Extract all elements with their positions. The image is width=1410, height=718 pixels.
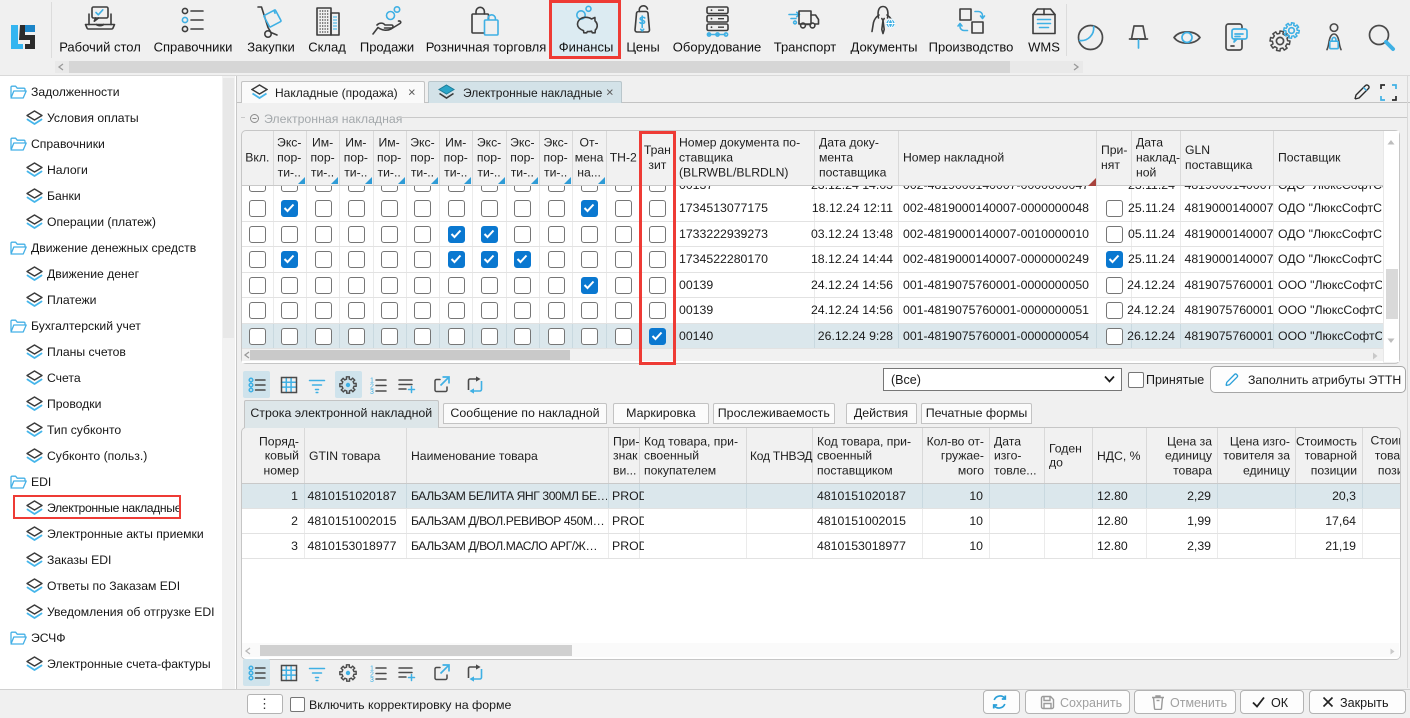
svg-text:3: 3 [370, 677, 374, 682]
svg-text:3: 3 [370, 389, 374, 394]
